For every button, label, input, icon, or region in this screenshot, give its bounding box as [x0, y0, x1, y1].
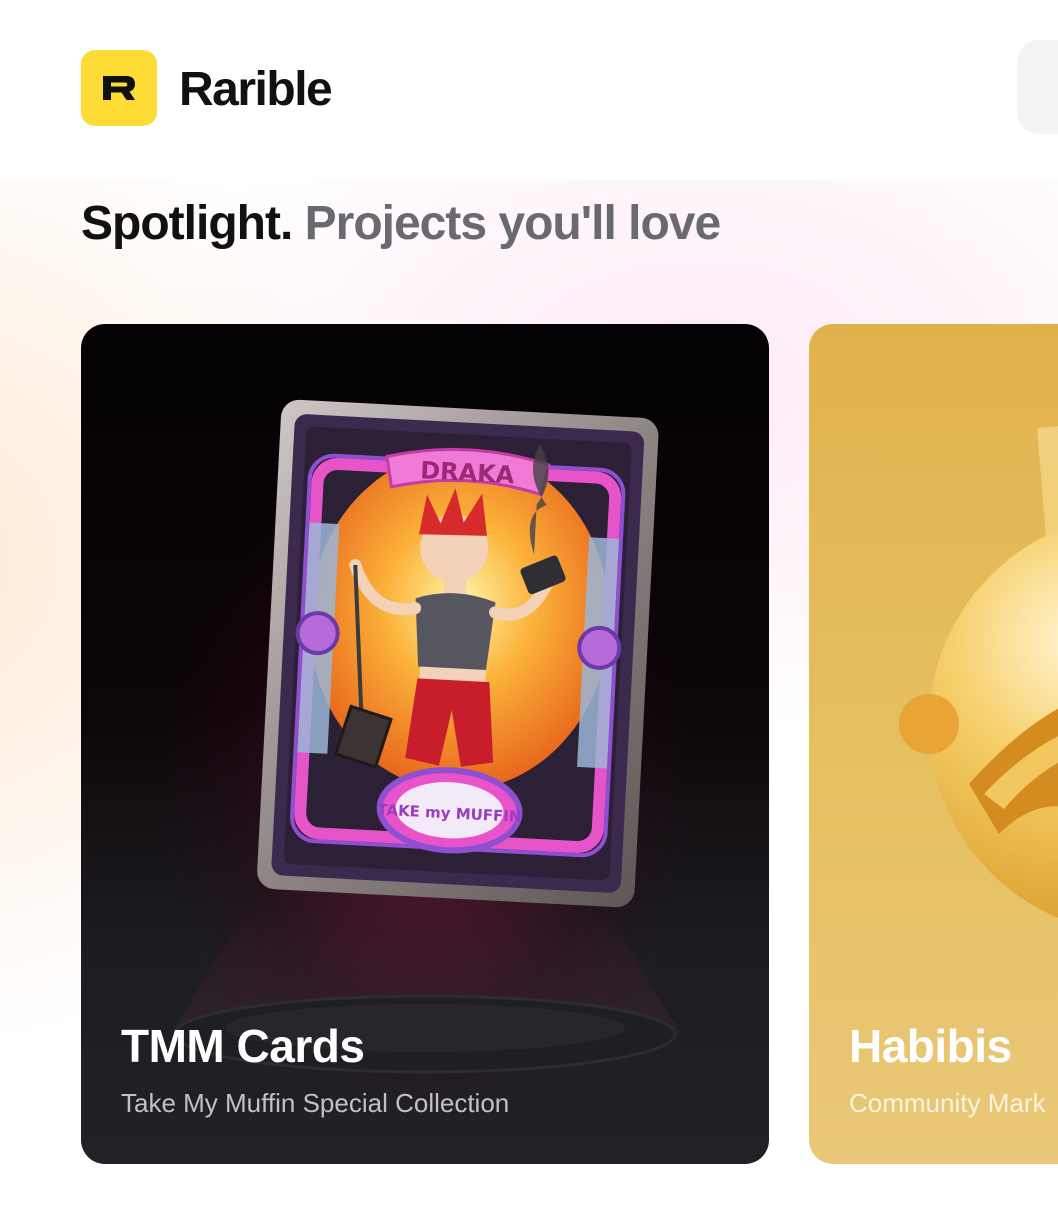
- section-title: Spotlight. Projects you'll love: [81, 196, 722, 252]
- search-bar[interactable]: [1017, 40, 1058, 134]
- card-title[interactable]: Habibis: [849, 1018, 1012, 1074]
- spotlight-card-habibis[interactable]: Habibis Community Mark: [809, 324, 1058, 1164]
- spotlight-card-tmm-cards[interactable]: DRAKA TAKE my MUFFIN TMM Cards Take My M…: [81, 324, 769, 1164]
- rarible-logo-icon[interactable]: [81, 50, 157, 126]
- top-navigation-bar: Rarible: [0, 0, 1058, 180]
- brand-name[interactable]: Rarible: [179, 60, 333, 120]
- card-art-label: DRAKA: [420, 456, 516, 489]
- page: Rarible Spotlight. Projects you'll love: [0, 0, 1058, 1216]
- card-subtitle: Community Mark: [849, 1088, 1046, 1118]
- section-title-lead: Spotlight.: [81, 197, 293, 250]
- r-glyph-icon: [103, 76, 135, 100]
- card-subtitle: Take My Muffin Special Collection: [121, 1088, 510, 1118]
- card-title[interactable]: TMM Cards: [121, 1018, 365, 1074]
- section-title-sub: Projects you'll love: [304, 197, 722, 250]
